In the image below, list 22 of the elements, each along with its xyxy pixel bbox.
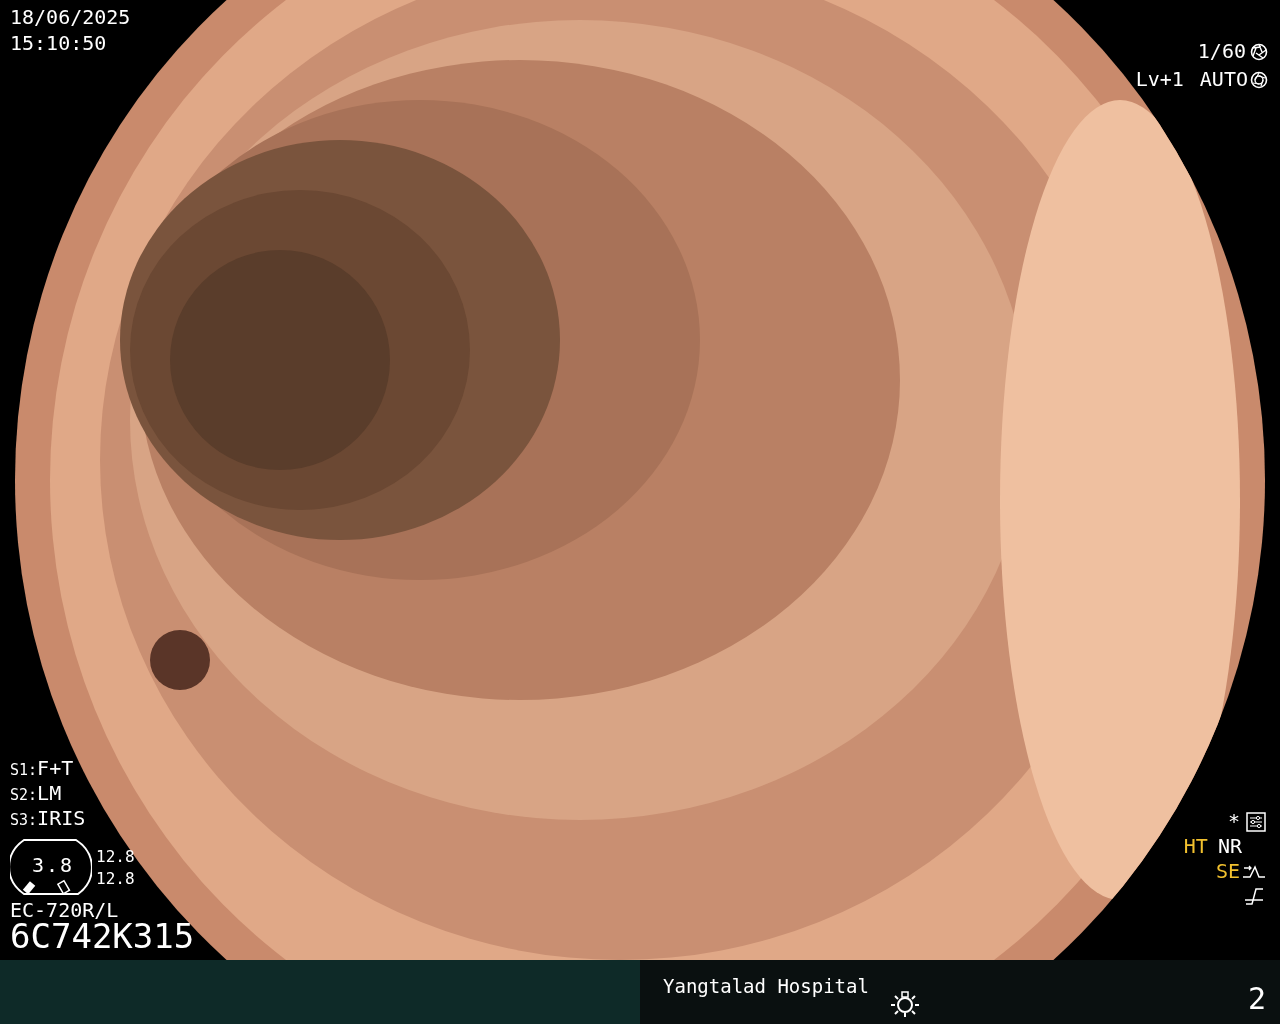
date-text: 18/06/2025	[10, 6, 131, 29]
lamp-icon	[890, 990, 920, 1018]
gauge-reading-text: 12.8	[96, 848, 135, 867]
gauge-value-text: 3.8	[32, 854, 75, 877]
iris-text: AUTO	[1199, 68, 1248, 91]
page-number: 2	[1247, 982, 1266, 1015]
setting-text: S1:F+T	[10, 757, 74, 780]
setting-text: S2:LM	[10, 782, 62, 805]
shutter-text: 1/60	[1197, 40, 1246, 63]
asterisk-text: *	[1227, 810, 1240, 833]
settings-icon	[1246, 811, 1266, 832]
mode-text: SE	[1215, 860, 1240, 883]
time-text: 15:10:50	[10, 32, 107, 55]
filter-icon	[1244, 886, 1264, 906]
level-text: Lv+1	[1135, 68, 1184, 91]
iris-icon	[1250, 70, 1268, 89]
mode-text: HT	[1183, 835, 1208, 858]
gauge-reading-text: 12.8	[96, 870, 135, 889]
mode-text: NR	[1217, 835, 1242, 858]
setting-text: S3:IRIS	[10, 807, 86, 830]
hospital-text: Yangtalad Hospital	[663, 974, 869, 999]
shutter-icon	[1250, 42, 1268, 61]
